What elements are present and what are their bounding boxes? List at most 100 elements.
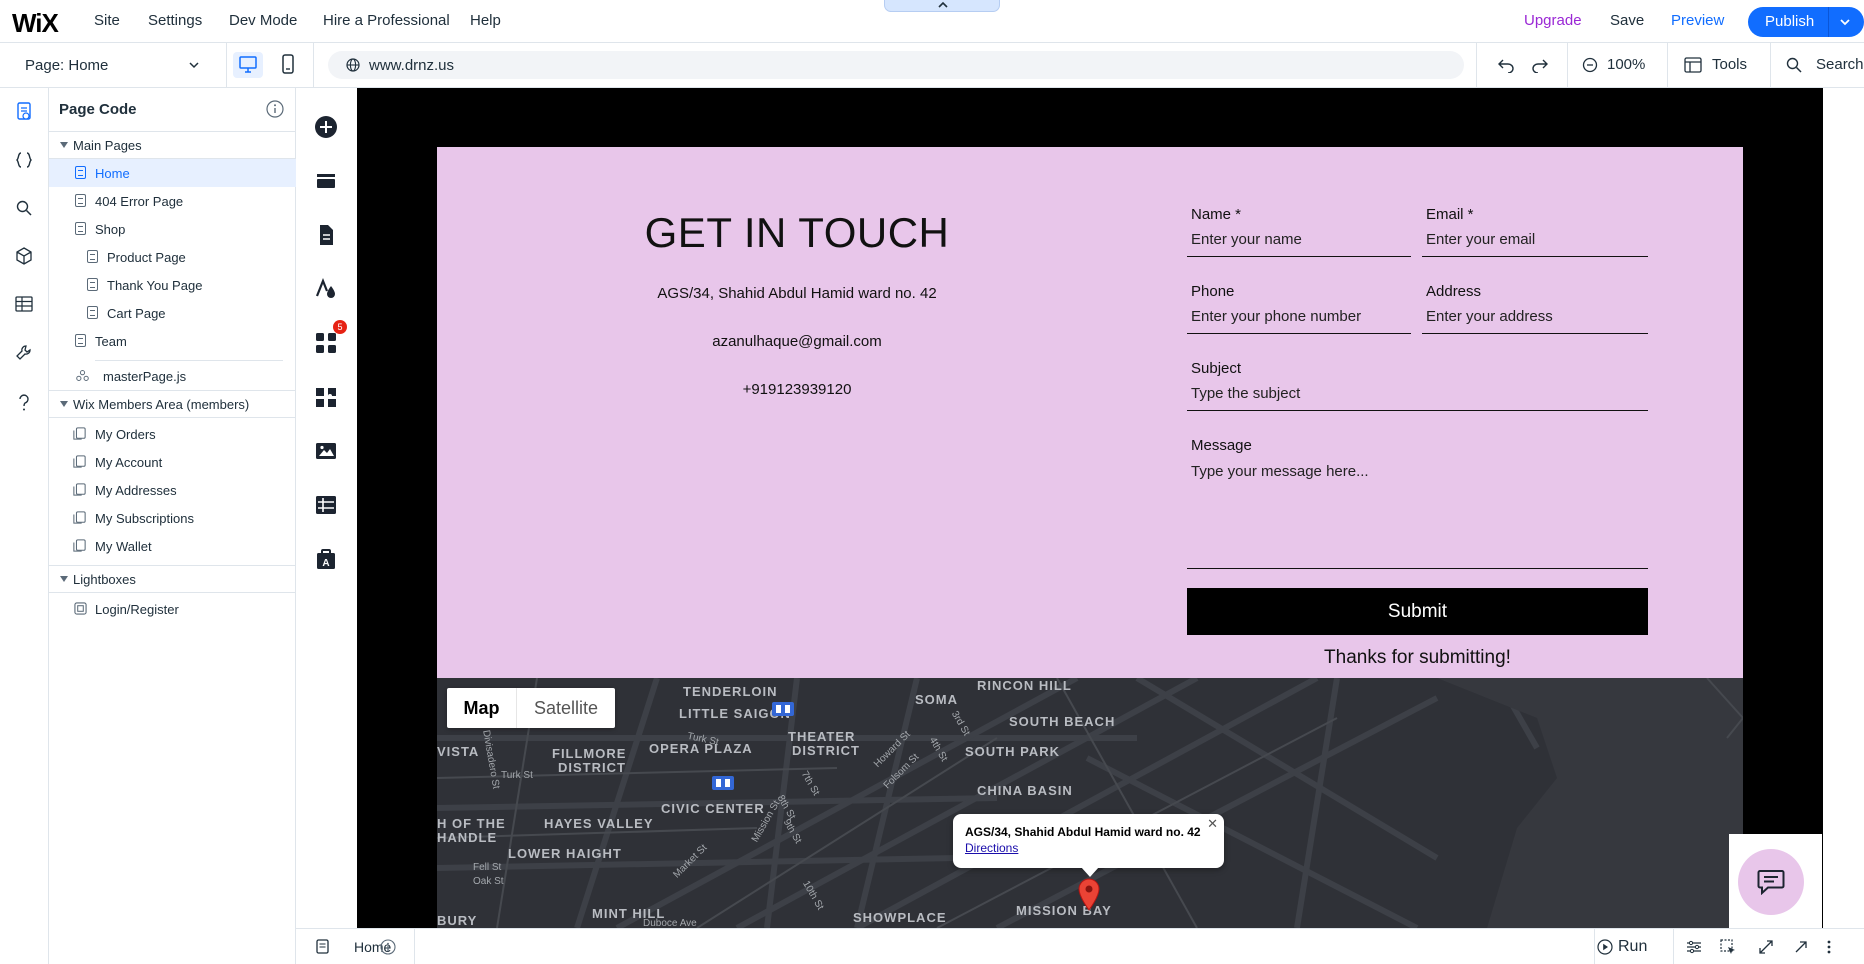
desktop-view-button[interactable] xyxy=(233,52,263,78)
map-area-label: FILLMORE xyxy=(552,746,627,761)
menu-hire-professional[interactable]: Hire a Professional xyxy=(323,12,450,29)
submit-button[interactable]: Submit xyxy=(1187,588,1648,635)
search-icon[interactable] xyxy=(16,200,32,216)
publish-button[interactable]: Publish xyxy=(1748,7,1864,37)
section-members-area[interactable]: Wix Members Area (members) xyxy=(49,390,296,418)
zoom-out-icon[interactable] xyxy=(1582,57,1598,73)
section-lightboxes[interactable]: Lightboxes xyxy=(49,565,296,593)
redo-icon[interactable] xyxy=(1531,57,1549,73)
satellite-view-button[interactable]: Satellite xyxy=(517,688,615,728)
site-design-icon[interactable] xyxy=(314,277,338,301)
open-external-icon[interactable] xyxy=(1793,939,1809,955)
map-area-label: SOMA xyxy=(915,692,958,707)
collapse-toolbar-tab[interactable] xyxy=(884,0,1000,12)
business-solutions-icon[interactable] xyxy=(314,385,338,409)
master-page-item[interactable]: masterPage.js xyxy=(49,362,296,390)
page-item-team[interactable]: Team xyxy=(49,327,296,355)
contact-section[interactable]: GET IN TOUCH AGS/34, Shahid Abdul Hamid … xyxy=(437,147,1743,678)
phone-field[interactable]: Enter your phone number xyxy=(1187,304,1411,334)
run-button[interactable]: Run xyxy=(1618,938,1647,956)
database-table-icon[interactable] xyxy=(15,296,33,312)
message-field[interactable]: Type your message here... xyxy=(1187,459,1648,569)
search-button[interactable]: Search xyxy=(1816,56,1864,73)
expand-icon[interactable] xyxy=(1758,939,1774,955)
page-item-login-register[interactable]: Login/Register xyxy=(49,595,296,623)
page-item-my-subscriptions[interactable]: My Subscriptions xyxy=(49,504,296,532)
phone-label: Phone xyxy=(1191,283,1235,300)
page-item-my-orders[interactable]: My Orders xyxy=(49,420,296,448)
chevron-down-icon[interactable] xyxy=(188,60,200,70)
map-pin-icon[interactable] xyxy=(1077,878,1101,912)
map-info-window: AGS/34, Shahid Abdul Hamid ward no. 42 D… xyxy=(953,814,1224,877)
page-item-my-wallet[interactable]: My Wallet xyxy=(49,532,296,560)
menu-dev-mode[interactable]: Dev Mode xyxy=(229,12,297,29)
page-item-product[interactable]: Product Page xyxy=(49,243,296,271)
page-icon xyxy=(75,166,86,179)
subject-field[interactable]: Type the subject xyxy=(1187,381,1648,411)
help-icon[interactable] xyxy=(16,394,32,412)
page-item-label: Shop xyxy=(95,222,126,237)
chat-widget[interactable] xyxy=(1729,834,1822,929)
page-item-shop[interactable]: Shop xyxy=(49,215,296,243)
svg-text:A: A xyxy=(322,558,329,569)
add-section-icon[interactable] xyxy=(314,169,338,193)
pages-icon[interactable] xyxy=(314,223,338,247)
apps-icon[interactable] xyxy=(314,331,338,355)
name-field[interactable]: Enter your name xyxy=(1187,227,1411,257)
page-selector[interactable]: Page: Home xyxy=(25,57,108,74)
directions-link[interactable]: Directions xyxy=(965,841,1018,855)
map-view-button[interactable]: Map xyxy=(447,688,517,728)
save-button[interactable]: Save xyxy=(1610,12,1644,29)
email-field[interactable]: Enter your email xyxy=(1422,227,1648,257)
page-item-label: Cart Page xyxy=(107,306,166,321)
close-icon[interactable]: ✕ xyxy=(1207,816,1218,832)
upgrade-link[interactable]: Upgrade xyxy=(1524,12,1582,29)
triangle-down-icon xyxy=(60,576,68,582)
page-item-cart[interactable]: Cart Page xyxy=(49,299,296,327)
properties-panel-icon[interactable] xyxy=(1686,939,1702,955)
map-street-label: Oak St xyxy=(473,876,504,887)
page-item-thank-you[interactable]: Thank You Page xyxy=(49,271,296,299)
chevron-down-icon[interactable] xyxy=(1838,15,1852,29)
add-elements-icon[interactable] xyxy=(314,115,338,139)
info-icon[interactable] xyxy=(380,939,396,955)
page-item-404[interactable]: 404 Error Page xyxy=(49,187,296,215)
map-area-label: SOUTH PARK xyxy=(965,744,1060,759)
chevron-up-icon xyxy=(938,1,948,8)
developer-tools-icon[interactable] xyxy=(15,344,33,362)
wix-logo[interactable]: WiX xyxy=(12,8,59,39)
tools-button[interactable]: Tools xyxy=(1712,56,1747,73)
page-icon xyxy=(87,250,98,263)
undo-icon[interactable] xyxy=(1497,57,1515,73)
code-braces-icon[interactable] xyxy=(15,151,33,169)
left-icon-rail xyxy=(0,88,49,964)
preview-button[interactable]: Preview xyxy=(1671,12,1724,29)
page-item-my-account[interactable]: My Account xyxy=(49,448,296,476)
google-map[interactable]: TENDERLOIN RINCON HILL LITTLE SAIGON SOM… xyxy=(437,678,1743,928)
page-code-icon[interactable] xyxy=(15,102,33,122)
portfolio-icon[interactable]: A xyxy=(314,547,338,571)
menu-help[interactable]: Help xyxy=(470,12,501,29)
page-item-label: Thank You Page xyxy=(107,278,203,293)
site-url-bar[interactable]: www.drnz.us xyxy=(328,51,1464,79)
map-area-label: SOUTH BEACH xyxy=(1009,714,1116,729)
menu-site[interactable]: Site xyxy=(94,12,120,29)
section-main-pages[interactable]: Main Pages xyxy=(49,131,296,159)
page-item-home[interactable]: Home xyxy=(49,159,296,187)
mobile-view-icon[interactable] xyxy=(280,53,296,77)
map-area-label: RINCON HILL xyxy=(977,678,1072,693)
media-icon[interactable] xyxy=(314,439,338,463)
page-item-my-addresses[interactable]: My Addresses xyxy=(49,476,296,504)
tools-icon xyxy=(1684,57,1702,73)
menu-settings[interactable]: Settings xyxy=(148,12,202,29)
select-element-icon[interactable] xyxy=(1720,939,1736,955)
packages-icon[interactable] xyxy=(15,247,33,265)
cms-icon[interactable] xyxy=(314,493,338,517)
more-options-icon[interactable] xyxy=(1824,939,1834,955)
zoom-level[interactable]: 100% xyxy=(1607,56,1645,73)
info-icon[interactable] xyxy=(266,100,284,118)
address-field[interactable]: Enter your address xyxy=(1422,304,1648,334)
map-area-label: HANDLE xyxy=(437,830,498,845)
page-item-label: 404 Error Page xyxy=(95,194,184,209)
map-street-label: Fell St xyxy=(473,862,502,873)
